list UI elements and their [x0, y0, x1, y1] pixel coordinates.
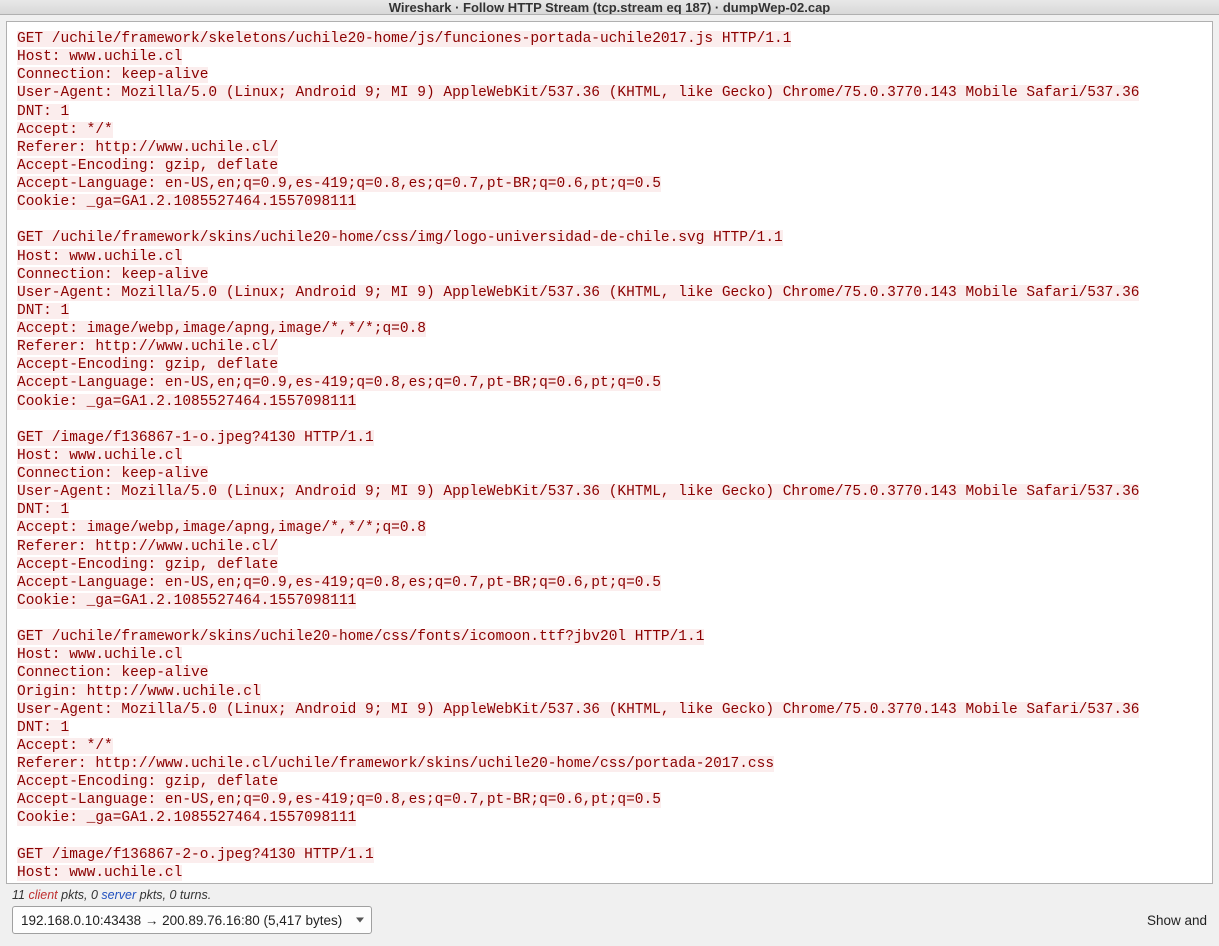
stats-mid1: pkts, 0 [58, 888, 102, 902]
stream-selector-dropdown[interactable]: 192.168.0.10:43438 → 200.89.76.16:80 (5,… [12, 906, 372, 934]
stats-client-label: client [28, 888, 57, 902]
bottom-controls: 192.168.0.10:43438 → 200.89.76.16:80 (5,… [6, 904, 1213, 940]
window-title-bar: Wireshark · Follow HTTP Stream (tcp.stre… [0, 0, 1219, 15]
stats-suffix: pkts, 0 turns. [136, 888, 211, 902]
stats-server-label: server [101, 888, 136, 902]
stats-prefix: 11 [12, 888, 28, 902]
window-title: Wireshark · Follow HTTP Stream (tcp.stre… [389, 0, 831, 15]
http-stream-text[interactable]: GET /uchile/framework/skeletons/uchile20… [6, 21, 1213, 884]
stream-selector-value: 192.168.0.10:43438 → 200.89.76.16:80 (5,… [21, 913, 342, 928]
content-area: GET /uchile/framework/skeletons/uchile20… [0, 15, 1219, 946]
packet-stats: 11 client pkts, 0 server pkts, 0 turns. [6, 884, 1213, 904]
show-and-label: Show and [1147, 913, 1207, 928]
